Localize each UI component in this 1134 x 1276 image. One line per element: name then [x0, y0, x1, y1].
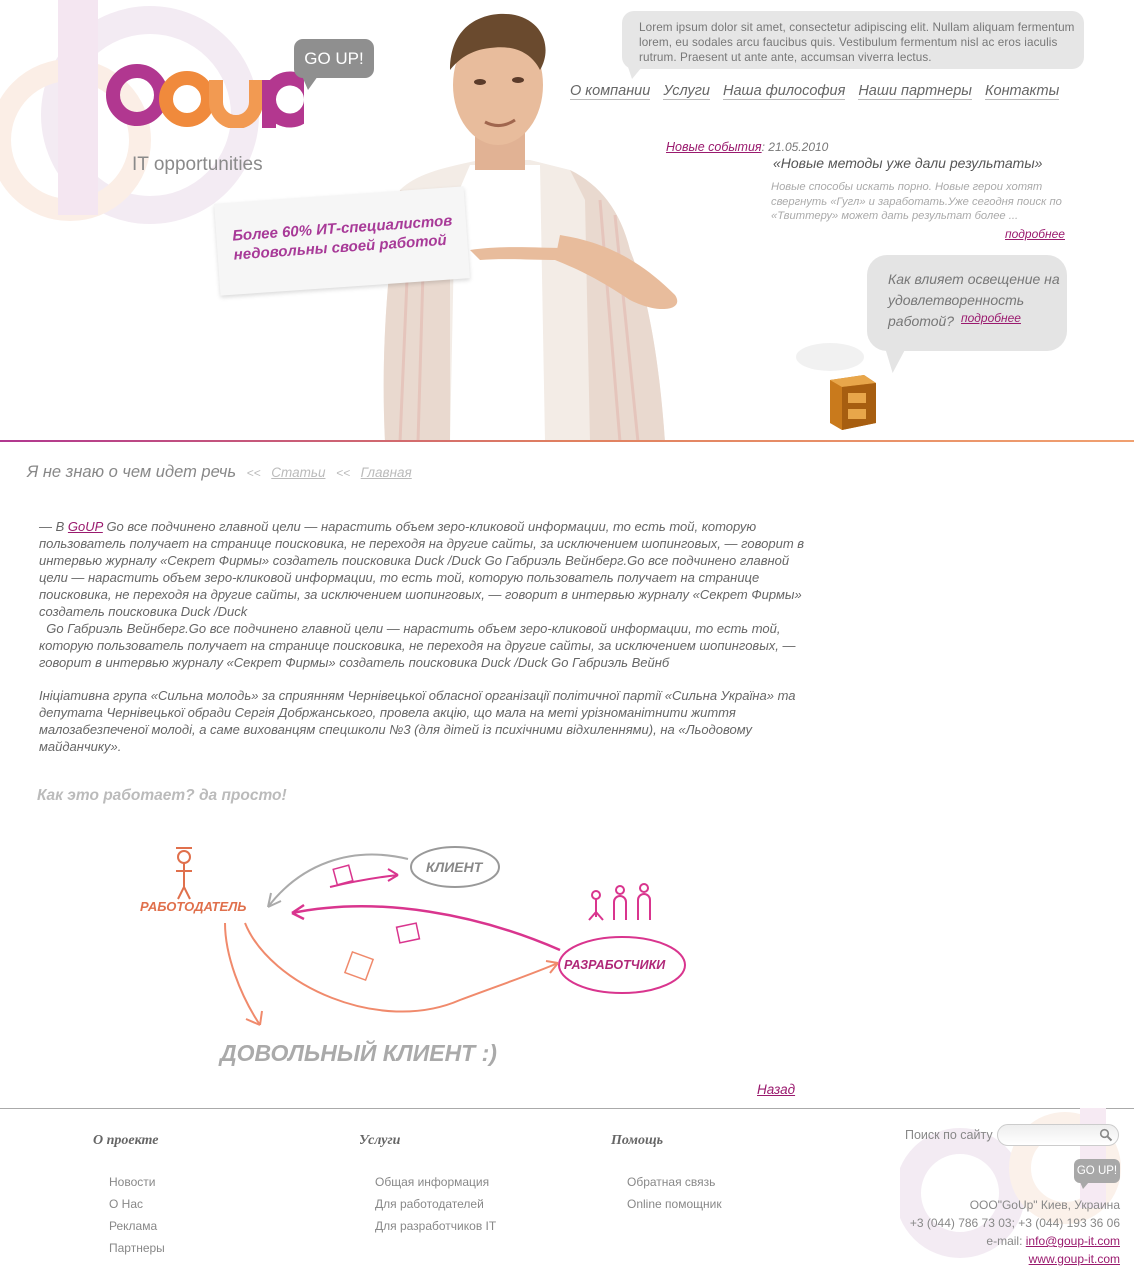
arrow-developers-to-employer: [291, 905, 561, 952]
workflow-diagram: РАБОТОДАТЕЛЬ КЛИЕНТ РАЗРАБОТЧИКИ ДОВОЛЬН…: [140, 846, 686, 1066]
footer-link-news[interactable]: Новости: [109, 1171, 165, 1193]
footer-link-employers[interactable]: Для работодателей: [375, 1193, 496, 1215]
footer-email-row: e-mail: info@goup-it.com: [910, 1232, 1120, 1250]
arrow-to-result: [224, 922, 261, 1026]
back-link[interactable]: Назад: [757, 1082, 795, 1097]
nav-partners[interactable]: Наши партнеры: [858, 83, 972, 100]
breadcrumb-sep-1: <<: [246, 466, 261, 480]
news-title: «Новые методы уже дали результаты»: [773, 155, 1043, 171]
nav-services[interactable]: Услуги: [663, 83, 710, 100]
footer-phones: +3 (044) 786 73 03; +3 (044) 193 36 06: [909, 1216, 1120, 1230]
breadcrumb-current: Я не знаю о чем идет речь: [27, 463, 237, 481]
howto-heading: Как это работает? да просто!: [37, 787, 287, 804]
header-divider: [0, 440, 1134, 442]
footer-col-help: Помощь Обратная связь Online помощник: [611, 1133, 722, 1215]
lock-icon: [332, 864, 354, 886]
search-label: Поиск по сайту: [905, 1128, 993, 1142]
nav-philosophy[interactable]: Наша философия: [723, 83, 846, 100]
footer-site-link[interactable]: www.goup-it.com: [1029, 1252, 1120, 1266]
document-icon: [343, 950, 375, 982]
question-more-link[interactable]: подробнее: [961, 311, 1021, 325]
footer-link-partners[interactable]: Партнеры: [109, 1237, 165, 1259]
nav-about[interactable]: О компании: [570, 83, 651, 100]
diagram-developers-label: РАЗРАБОТЧИКИ: [564, 958, 666, 972]
news-text: Новые способы искать порно. Новые герои …: [771, 181, 1062, 222]
footer-link-general-info[interactable]: Общая информация: [375, 1171, 496, 1193]
footer-link-feedback[interactable]: Обратная связь: [627, 1171, 722, 1193]
footer-email-link[interactable]: info@goup-it.com: [1026, 1234, 1120, 1248]
developers-figures-icon: [588, 883, 651, 921]
diagram-result-label: ДОВОЛЬНЫЙ КЛИЕНТ :): [218, 1038, 497, 1066]
footer-col-services-title: Услуги: [359, 1133, 401, 1148]
employer-figure-icon: [176, 847, 192, 900]
folder-icon: [395, 922, 421, 944]
article-goup-link[interactable]: GoUP: [68, 519, 103, 534]
footer-col-help-title: Помощь: [611, 1133, 664, 1148]
file-cabinet-icon: [796, 343, 876, 430]
arrow-employer-to-developers: [244, 922, 559, 1013]
footer-link-online-helper[interactable]: Online помощник: [627, 1193, 722, 1215]
footer-col-project-title: О проекте: [93, 1133, 159, 1148]
logo[interactable]: [104, 62, 318, 140]
header-lorem-text: Lorem ipsum dolor sit amet, consectetur …: [639, 21, 1075, 64]
footer-contacts: ООО"GoUp" Киев, Украина +3 (044) 786 73 …: [910, 1196, 1120, 1268]
footer-col-project: О проекте Новости О Нас Реклама Партнеры: [93, 1133, 165, 1259]
diagram-employer-label: РАБОТОДАТЕЛЬ: [140, 899, 246, 914]
diagram-client-label: КЛИЕНТ: [426, 859, 484, 875]
footer-col-services: Услуги Общая информация Для работодателе…: [359, 1133, 496, 1237]
news-date: 21.05.2010: [768, 140, 829, 154]
goup-button[interactable]: GO UP!: [1074, 1159, 1120, 1189]
article-paragraph-2: Ініціативна група «Сильна молодь» за спр…: [39, 688, 796, 754]
question-bubble: Как влияет освещение на удовлетворенност…: [867, 255, 1067, 351]
hero-card: Более 60% ИТ-специалистов недовольны свое…: [214, 186, 470, 296]
breadcrumb-sep-2: <<: [336, 466, 351, 480]
article-paragraph-1: — В GoUP Go все подчинено главной цели —…: [39, 518, 809, 671]
news-block: Новые события: 21.05.2010 «Новые методы …: [666, 138, 1066, 241]
footer-link-ads[interactable]: Реклама: [109, 1215, 165, 1237]
article-p1-prefix: — В: [39, 519, 68, 534]
article-body: — В GoUP Go все подчинено главной цели —…: [39, 518, 809, 771]
news-more-link[interactable]: подробнее: [1005, 227, 1065, 241]
logo-mark: [106, 64, 318, 129]
article-p1-text: Go все подчинено главной цели — нарастит…: [39, 519, 805, 619]
footer-email-label: e-mail:: [986, 1234, 1026, 1248]
breadcrumb: Я не знаю о чем идет речь << Статьи << Г…: [27, 463, 412, 482]
breadcrumb-home[interactable]: Главная: [361, 465, 412, 480]
header: IT opportunities GO UP! Более 60% ИТ-спе…: [0, 0, 1134, 442]
news-label-link[interactable]: Новые события: [666, 140, 762, 154]
search-icon[interactable]: [1099, 1128, 1113, 1142]
header-lorem-bubble: Lorem ipsum dolor sit amet, consectetur …: [622, 11, 1084, 79]
logo-tagline: IT opportunities: [132, 154, 263, 175]
arrow-client-to-employer: [267, 853, 409, 908]
main-nav: О компании Услуги Наша философия Наши па…: [570, 83, 1060, 100]
footer-link-developers[interactable]: Для разработчиков IT: [375, 1215, 496, 1237]
breadcrumb-articles[interactable]: Статьи: [271, 465, 325, 480]
footer-company: ООО"GoUp" Киев, Украина: [969, 1198, 1120, 1212]
footer-link-about[interactable]: О Нас: [109, 1193, 165, 1215]
article-p1b-text: Go Габриэль Вейнберг.Go все подчинено гл…: [39, 621, 796, 670]
footer-site-row: www.goup-it.com: [910, 1250, 1120, 1268]
nav-contacts[interactable]: Контакты: [984, 83, 1060, 100]
